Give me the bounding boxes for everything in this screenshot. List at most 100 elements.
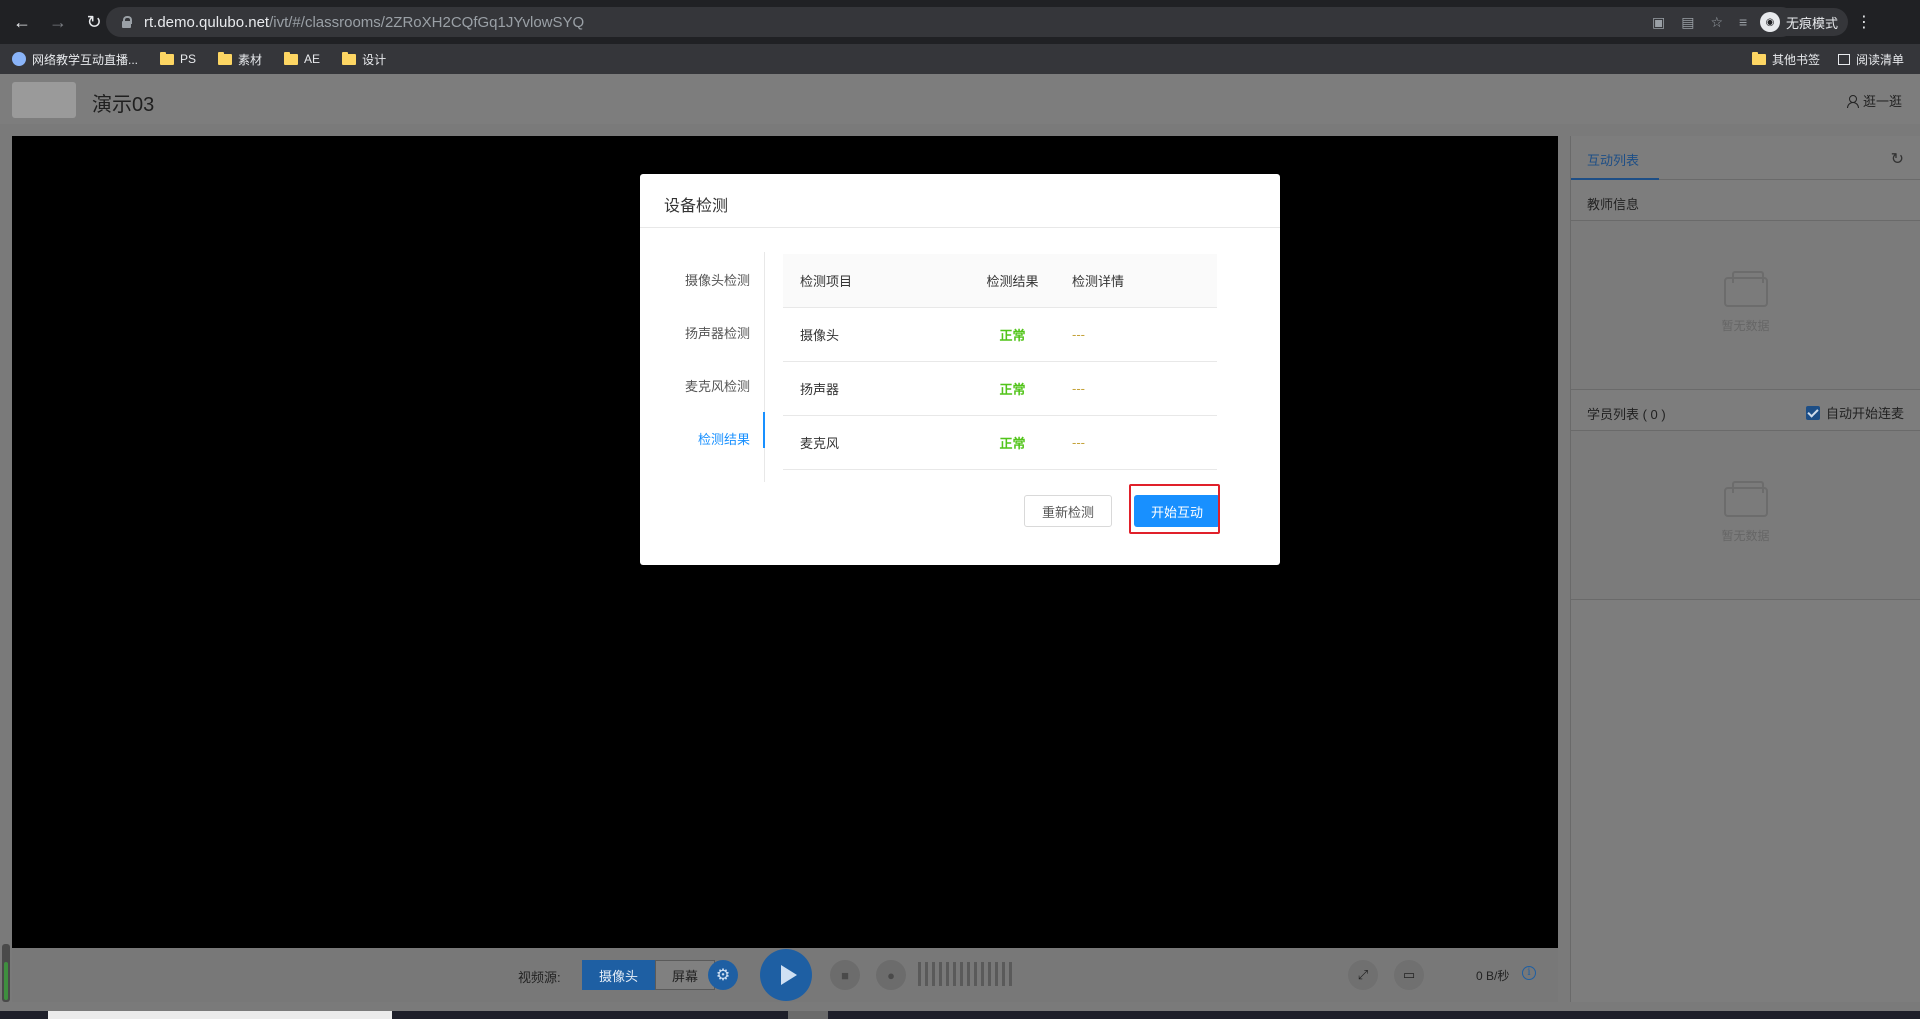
menu-icon[interactable]: ⋮ <box>1856 12 1872 32</box>
source-screen-button[interactable]: 屏幕 <box>655 960 716 990</box>
reload-icon[interactable]: ↻ <box>80 8 108 36</box>
back-icon[interactable]: ← <box>8 8 36 36</box>
recheck-button[interactable]: 重新检测 <box>1024 495 1112 527</box>
cell-detail: --- <box>1072 435 1085 450</box>
teacher-empty-state: 暂无数据 <box>1571 220 1920 390</box>
student-list-header: 学员列表 ( 0 ) 自动开始连麦 <box>1571 390 1920 430</box>
page-title: 演示03 <box>92 94 155 116</box>
app-header: 演示03 逛一逛 <box>0 74 1920 124</box>
other-bookmarks-label: 其他书签 <box>1771 52 1820 67</box>
incognito-icon: ◉ <box>1760 12 1780 32</box>
cell-detail: --- <box>1072 327 1085 342</box>
address-bar[interactable]: rt.demo.qulubo.net/ivt/#/classrooms/2ZRo… <box>106 7 1796 37</box>
microphone-icon[interactable]: ● <box>876 960 906 990</box>
nav-mic-check[interactable]: 麦克风检测 <box>640 376 750 395</box>
settings-gear-icon[interactable]: ⚙ <box>708 960 738 990</box>
reading-list-label: 阅读清单 <box>1855 52 1904 67</box>
auto-connect-label: 自动开始连麦 <box>1825 406 1904 421</box>
video-source-toggle: 摄像头 屏幕 <box>582 960 716 990</box>
nav-check-result[interactable]: 检测结果 <box>640 429 750 448</box>
user-icon <box>1846 94 1859 108</box>
forward-icon[interactable]: → <box>44 8 72 36</box>
incognito-label: 无痕模式 <box>1786 15 1839 31</box>
nav-camera-check[interactable]: 摄像头检测 <box>640 270 750 289</box>
camera-permission-icon[interactable]: ▣ <box>1652 14 1665 31</box>
student-empty-state: 暂无数据 <box>1571 430 1920 600</box>
interaction-panel: 互动列表 ↻ 教师信息 暂无数据 学员列表 ( 0 ) 自动开始连麦 暂无数据 <box>1570 136 1920 1002</box>
browser-toolbar: ← → ↻ rt.demo.qulubo.net/ivt/#/classroom… <box>0 0 1920 44</box>
col-header-item: 检测项目 <box>800 274 853 289</box>
camera-toggle-icon[interactable]: ■ <box>830 960 860 990</box>
bookmark-folder[interactable]: AE <box>284 51 321 66</box>
user-label: 逛一逛 <box>1862 94 1902 109</box>
source-camera-button[interactable]: 摄像头 <box>582 960 656 990</box>
nav-speaker-check[interactable]: 扬声器检测 <box>640 323 750 342</box>
folder-icon <box>218 51 233 65</box>
omnibox-actions: ▣ ▤ ☆ ≡ <box>1652 7 1747 37</box>
nav-active-indicator <box>763 412 765 448</box>
cloud-icon <box>12 52 26 66</box>
checkbox-checked-icon <box>1805 405 1820 420</box>
reading-list-icon <box>1837 53 1850 65</box>
profile-area: ◉ 无痕模式 ⋮ <box>1756 7 1872 37</box>
media-icon[interactable]: ≡ <box>1739 14 1747 30</box>
reading-list[interactable]: 阅读清单 <box>1837 51 1904 68</box>
fullscreen-icon[interactable]: ⤢ <box>1348 960 1378 990</box>
empty-text: 暂无数据 <box>1721 318 1770 333</box>
table-row: 麦克风 正常 --- <box>783 416 1217 470</box>
url-host: rt.demo.qulubo.net <box>144 13 270 31</box>
bookmark-folder[interactable]: PS <box>160 51 197 66</box>
play-button[interactable] <box>760 949 812 1001</box>
empty-inbox-icon <box>1723 270 1768 307</box>
bookmark-label: AE <box>304 52 321 66</box>
tab-interaction-list[interactable]: 互动列表 <box>1587 150 1639 169</box>
col-header-detail: 检测详情 <box>1072 274 1125 289</box>
taskbar-window <box>48 1011 392 1019</box>
cell-item: 麦克风 <box>800 436 840 451</box>
screen-layout-icon[interactable]: ▭ <box>1394 960 1424 990</box>
audio-level-meter <box>918 962 1012 986</box>
info-icon[interactable]: i <box>1522 966 1536 980</box>
lock-icon <box>120 15 134 29</box>
device-check-dialog: 设备检测 摄像头检测 扬声器检测 麦克风检测 检测结果 检测项目 检测结果 检测… <box>640 174 1280 565</box>
video-controls: 视频源: 摄像头 屏幕 ⚙ ■ ● ⤢ ▭ 0 B/秒 i <box>12 948 1558 1002</box>
bookmark-item[interactable]: 网络教学互动直播... <box>12 51 138 68</box>
bitrate-text: 0 B/秒 <box>1476 969 1510 983</box>
empty-text: 暂无数据 <box>1721 528 1770 543</box>
auto-connect-checkbox[interactable]: 自动开始连麦 <box>1805 403 1904 422</box>
refresh-icon[interactable]: ↻ <box>1891 149 1904 169</box>
url-path: /ivt/#/classrooms/2ZRoXH2CQfGq1JYvlowSYQ <box>269 13 585 31</box>
check-result-table: 检测项目 检测结果 检测详情 摄像头 正常 --- 扬声器 正常 --- 麦克风… <box>783 254 1217 470</box>
other-bookmarks[interactable]: 其他书签 <box>1751 51 1820 68</box>
folder-icon <box>342 51 357 65</box>
bookmarks-bar: 网络教学互动直播... PS 素材 AE 设计 其他书签 阅读清单 <box>0 44 1920 74</box>
bookmark-folder[interactable]: 设计 <box>342 51 386 68</box>
user-menu[interactable]: 逛一逛 <box>1846 91 1902 110</box>
folder-icon <box>160 51 175 65</box>
cell-result: 正常 <box>999 436 1026 451</box>
dialog-title: 设备检测 <box>640 174 1280 228</box>
video-source-label: 视频源: <box>518 970 561 985</box>
translate-icon[interactable]: ▤ <box>1681 14 1694 31</box>
volume-indicator <box>2 944 10 1002</box>
bookmark-label: PS <box>180 52 197 66</box>
incognito-badge[interactable]: ◉ 无痕模式 <box>1756 8 1849 36</box>
os-taskbar <box>0 1011 1920 1019</box>
panel-tabs: 互动列表 ↻ <box>1571 136 1920 180</box>
cell-item: 扬声器 <box>800 382 840 397</box>
bookmark-folder[interactable]: 素材 <box>218 51 262 68</box>
empty-inbox-icon <box>1723 480 1768 517</box>
bookmark-label: 设计 <box>362 52 387 67</box>
bookmark-label: 素材 <box>238 52 263 67</box>
highlight-annotation <box>1129 484 1220 534</box>
table-row: 摄像头 正常 --- <box>783 308 1217 362</box>
bookmarks-right: 其他书签 阅读清单 <box>1751 44 1904 74</box>
bookmark-label: 网络教学互动直播... <box>32 52 139 67</box>
student-list-title: 学员列表 ( 0 ) <box>1587 407 1666 422</box>
table-header: 检测项目 检测结果 检测详情 <box>783 254 1217 308</box>
star-icon[interactable]: ☆ <box>1710 14 1723 31</box>
taskbar-item <box>788 1011 828 1019</box>
cell-detail: --- <box>1072 381 1085 396</box>
folder-icon <box>1751 51 1766 65</box>
table-row: 扬声器 正常 --- <box>783 362 1217 416</box>
